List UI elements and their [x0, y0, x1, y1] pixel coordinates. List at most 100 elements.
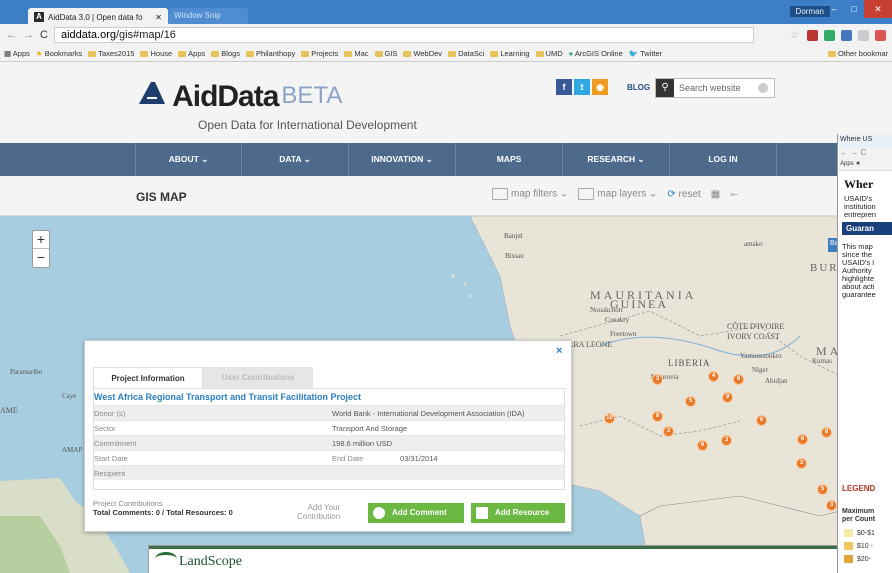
map-filters-button[interactable]: map filters ⌄	[492, 188, 568, 200]
bookmark-item[interactable]: 🐦 Twitter	[629, 49, 662, 58]
detail-value: 198.6 million USD	[332, 439, 393, 448]
project-marker[interactable]: 3	[721, 435, 732, 446]
project-marker[interactable]: 8	[652, 411, 663, 422]
project-title[interactable]: West Africa Regional Transport and Trans…	[94, 389, 564, 405]
bookmark-item[interactable]: ▦ Apps	[4, 49, 30, 58]
url-input[interactable]: aiddata.org/gis#map/16	[53, 27, 754, 43]
bookmark-label: Blogs	[221, 49, 241, 58]
bookmark-label: Apps	[188, 49, 206, 58]
nav-about[interactable]: ABOUT ⌄	[135, 143, 242, 176]
reload-icon[interactable]: C	[40, 29, 48, 41]
add-comment-button[interactable]: Add Comment	[368, 503, 464, 523]
twitter-icon[interactable]: t	[574, 79, 590, 95]
page-title: GIS MAP	[136, 190, 187, 204]
browser-window: A AidData 3.0 | Open data fo ✕ Window Sn…	[0, 0, 892, 573]
extension-icon[interactable]	[807, 29, 818, 41]
bookmark-label: UMD	[545, 49, 563, 58]
share-icon[interactable]: ⟜	[730, 189, 738, 200]
bookmark-item[interactable]: GIS	[374, 49, 397, 58]
folder-icon	[535, 51, 544, 58]
bookmark-star-icon[interactable]: ☆	[790, 30, 801, 41]
project-marker[interactable]: 5	[685, 396, 696, 407]
detail-row-commitment: Commitment 198.6 million USD	[94, 435, 564, 450]
legend-subtitle: Maximum per Count	[842, 508, 875, 524]
bookmark-item[interactable]: Taxes2015	[88, 49, 134, 58]
zoom-out-button[interactable]: −	[33, 249, 49, 267]
filter-icon	[492, 188, 508, 200]
maximize-icon[interactable]: □	[844, 0, 864, 18]
project-marker[interactable]: 9	[722, 392, 733, 403]
zoom-in-button[interactable]: +	[33, 231, 49, 249]
map-layers-button[interactable]: map layers ⌄	[578, 188, 657, 200]
bookmark-item[interactable]: ★ Bookmarks	[36, 49, 82, 58]
bookmark-item[interactable]: WebDev	[403, 49, 442, 58]
close-window-icon[interactable]: ✕	[864, 0, 892, 18]
project-marker[interactable]: 10	[604, 413, 615, 424]
aiddata-logo[interactable]: AidData BETA	[137, 80, 342, 114]
extension-icon[interactable]	[824, 29, 835, 41]
bookmark-item[interactable]: Blogs	[211, 49, 240, 58]
map-label: Paramaribo	[10, 368, 43, 376]
nav-innovation[interactable]: INNOVATION ⌄	[349, 143, 456, 176]
bookmark-item[interactable]: Philanthopy	[246, 49, 295, 58]
tab-close-icon[interactable]: ✕	[155, 13, 162, 22]
social-links: f t ◉	[556, 79, 608, 95]
project-marker[interactable]: 8	[821, 427, 832, 438]
bookmark-item[interactable]: Mac	[344, 49, 369, 58]
bookmark-item[interactable]: DataSci	[448, 49, 484, 58]
usaid-tab[interactable]: Where US	[838, 134, 892, 148]
project-marker[interactable]: 4	[708, 371, 719, 382]
contributions-totals: Total Comments: 0 / Total Resources: 0	[93, 508, 233, 517]
map-label: Yamoussoukro	[740, 352, 782, 360]
project-marker[interactable]: 3	[826, 500, 837, 511]
nav-maps[interactable]: MAPS	[456, 143, 563, 176]
bookmark-label: Projects	[311, 49, 339, 58]
project-marker[interactable]: 6	[756, 415, 767, 426]
minimize-icon[interactable]: –	[824, 0, 844, 18]
tab-user-contributions[interactable]: User Contributions	[203, 367, 313, 388]
rss-icon[interactable]: ◉	[592, 79, 608, 95]
tab-project-information[interactable]: Project Information	[93, 367, 203, 388]
popup-close-icon[interactable]: ×	[556, 345, 562, 357]
browser-tab-active[interactable]: A AidData 3.0 | Open data fo ✕	[28, 8, 168, 24]
nav-data[interactable]: DATA ⌄	[242, 143, 349, 176]
bookmark-item[interactable]: UMD	[535, 49, 563, 58]
reset-button[interactable]: ⟳ reset	[667, 189, 700, 200]
bookmark-item[interactable]: Projects	[301, 49, 338, 58]
add-resource-button[interactable]: Add Resource	[471, 503, 565, 523]
add-your-line: Add Your	[307, 503, 341, 512]
nav-research[interactable]: RESEARCH ⌄	[563, 143, 670, 176]
bookmark-item[interactable]: Learning	[490, 49, 530, 58]
nav-login[interactable]: LOG IN	[670, 143, 777, 176]
search-go-icon[interactable]	[758, 83, 768, 93]
other-bookmarks[interactable]: Other bookmar	[823, 46, 892, 61]
folder-icon	[374, 51, 383, 58]
project-marker[interactable]: 6	[733, 374, 744, 385]
map-label: Freetown	[610, 330, 637, 338]
bookmark-item[interactable]: Apps	[178, 49, 205, 58]
project-marker[interactable]: 3	[796, 458, 807, 469]
extension-icon[interactable]	[858, 29, 869, 41]
blog-link[interactable]: BLOG	[627, 83, 650, 92]
extension-icon[interactable]	[841, 29, 852, 41]
map-label: AMAP	[62, 446, 83, 454]
bookmark-item[interactable]: House	[140, 49, 172, 58]
guarantee-button[interactable]: Guaran	[842, 222, 892, 235]
search-icon[interactable]: ⚲	[656, 79, 674, 97]
project-marker[interactable]: 6	[797, 434, 808, 445]
facebook-icon[interactable]: f	[556, 79, 572, 95]
search-input[interactable]: Search website	[674, 83, 758, 93]
bookmark-item[interactable]: ● ArcGIS Online	[569, 49, 623, 58]
project-marker[interactable]: 3	[663, 426, 674, 437]
site-search[interactable]: ⚲ Search website	[655, 78, 775, 98]
extension-icon[interactable]	[875, 29, 886, 41]
project-marker[interactable]: 6	[697, 440, 708, 451]
grid-icon[interactable]: ▦	[711, 189, 720, 200]
folder-icon	[178, 51, 187, 58]
project-marker[interactable]: 5	[817, 484, 828, 495]
back-icon[interactable]: ←	[6, 29, 17, 41]
forward-icon[interactable]: →	[23, 29, 34, 41]
map-label: Niger	[752, 366, 768, 374]
browser-tab-inactive[interactable]: Window Snip	[168, 8, 248, 24]
project-marker[interactable]: 3	[652, 374, 663, 385]
